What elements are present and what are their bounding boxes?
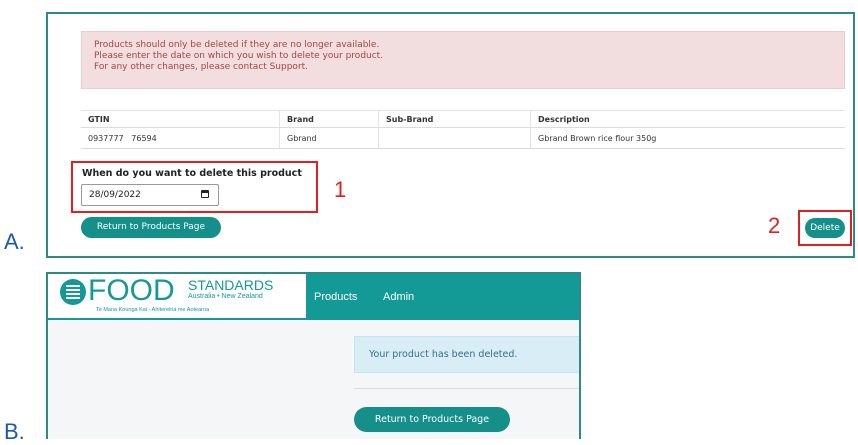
column-header-brand: Brand xyxy=(279,110,379,128)
delete-date-label: When do you want to delete this product xyxy=(82,168,302,179)
table-row: 0937777 76594 Gbrand Gbrand Brown rice f… xyxy=(81,127,845,149)
top-navbar: FOOD STANDARDS Australia • New Zealand T… xyxy=(48,274,579,320)
food-standards-logo[interactable]: FOOD STANDARDS Australia • New Zealand T… xyxy=(48,274,306,318)
calendar-icon[interactable] xyxy=(201,190,209,198)
panel-label-a: A. xyxy=(4,229,25,254)
panel-a-delete-product: Products should only be deleted if they … xyxy=(46,12,855,258)
logo-region-text: Australia • New Zealand xyxy=(188,293,263,300)
table-header-row: GTIN Brand Sub-Brand Description xyxy=(81,110,845,128)
return-to-products-button[interactable]: Return to Products Page xyxy=(354,407,510,432)
column-header-description: Description xyxy=(530,110,845,128)
cell-description: Gbrand Brown rice flour 350g xyxy=(530,127,845,149)
nav-products-link[interactable]: Products xyxy=(314,291,357,303)
product-table: GTIN Brand Sub-Brand Description 0937777… xyxy=(81,110,845,149)
alert-line: Please enter the date on which you wish … xyxy=(94,51,384,61)
column-header-sub-brand: Sub-Brand xyxy=(378,110,531,128)
panel-b-deleted-confirmation: FOOD STANDARDS Australia • New Zealand T… xyxy=(46,272,581,439)
nav-admin-link[interactable]: Admin xyxy=(383,291,414,303)
warning-alert: Products should only be deleted if they … xyxy=(81,31,845,89)
logo-food-text: FOOD xyxy=(88,274,175,307)
alert-line: Products should only be deleted if they … xyxy=(94,40,380,50)
logo-maori-text: Te Mana Kounga Kai - Ahitereiria me Aote… xyxy=(96,307,210,313)
logo-standards-text: STANDARDS xyxy=(188,277,274,293)
panel-label-b: B. xyxy=(4,419,25,444)
cell-sub-brand xyxy=(378,127,531,149)
column-header-gtin: GTIN xyxy=(81,110,280,128)
alert-line: For any other changes, please contact Su… xyxy=(94,62,309,72)
annotation-number-2: 2 xyxy=(768,213,781,238)
logo-emblem-icon xyxy=(60,279,86,305)
cell-gtin: 0937777 76594 xyxy=(81,127,280,149)
success-message: Your product has been deleted. xyxy=(354,336,579,373)
delete-button[interactable]: Delete xyxy=(805,218,845,238)
cell-brand: Gbrand xyxy=(279,127,379,149)
return-to-products-button[interactable]: Return to Products Page xyxy=(81,217,221,238)
delete-date-input[interactable]: 28/09/2022 xyxy=(81,184,219,206)
divider xyxy=(354,388,579,389)
annotation-number-1: 1 xyxy=(334,177,347,202)
